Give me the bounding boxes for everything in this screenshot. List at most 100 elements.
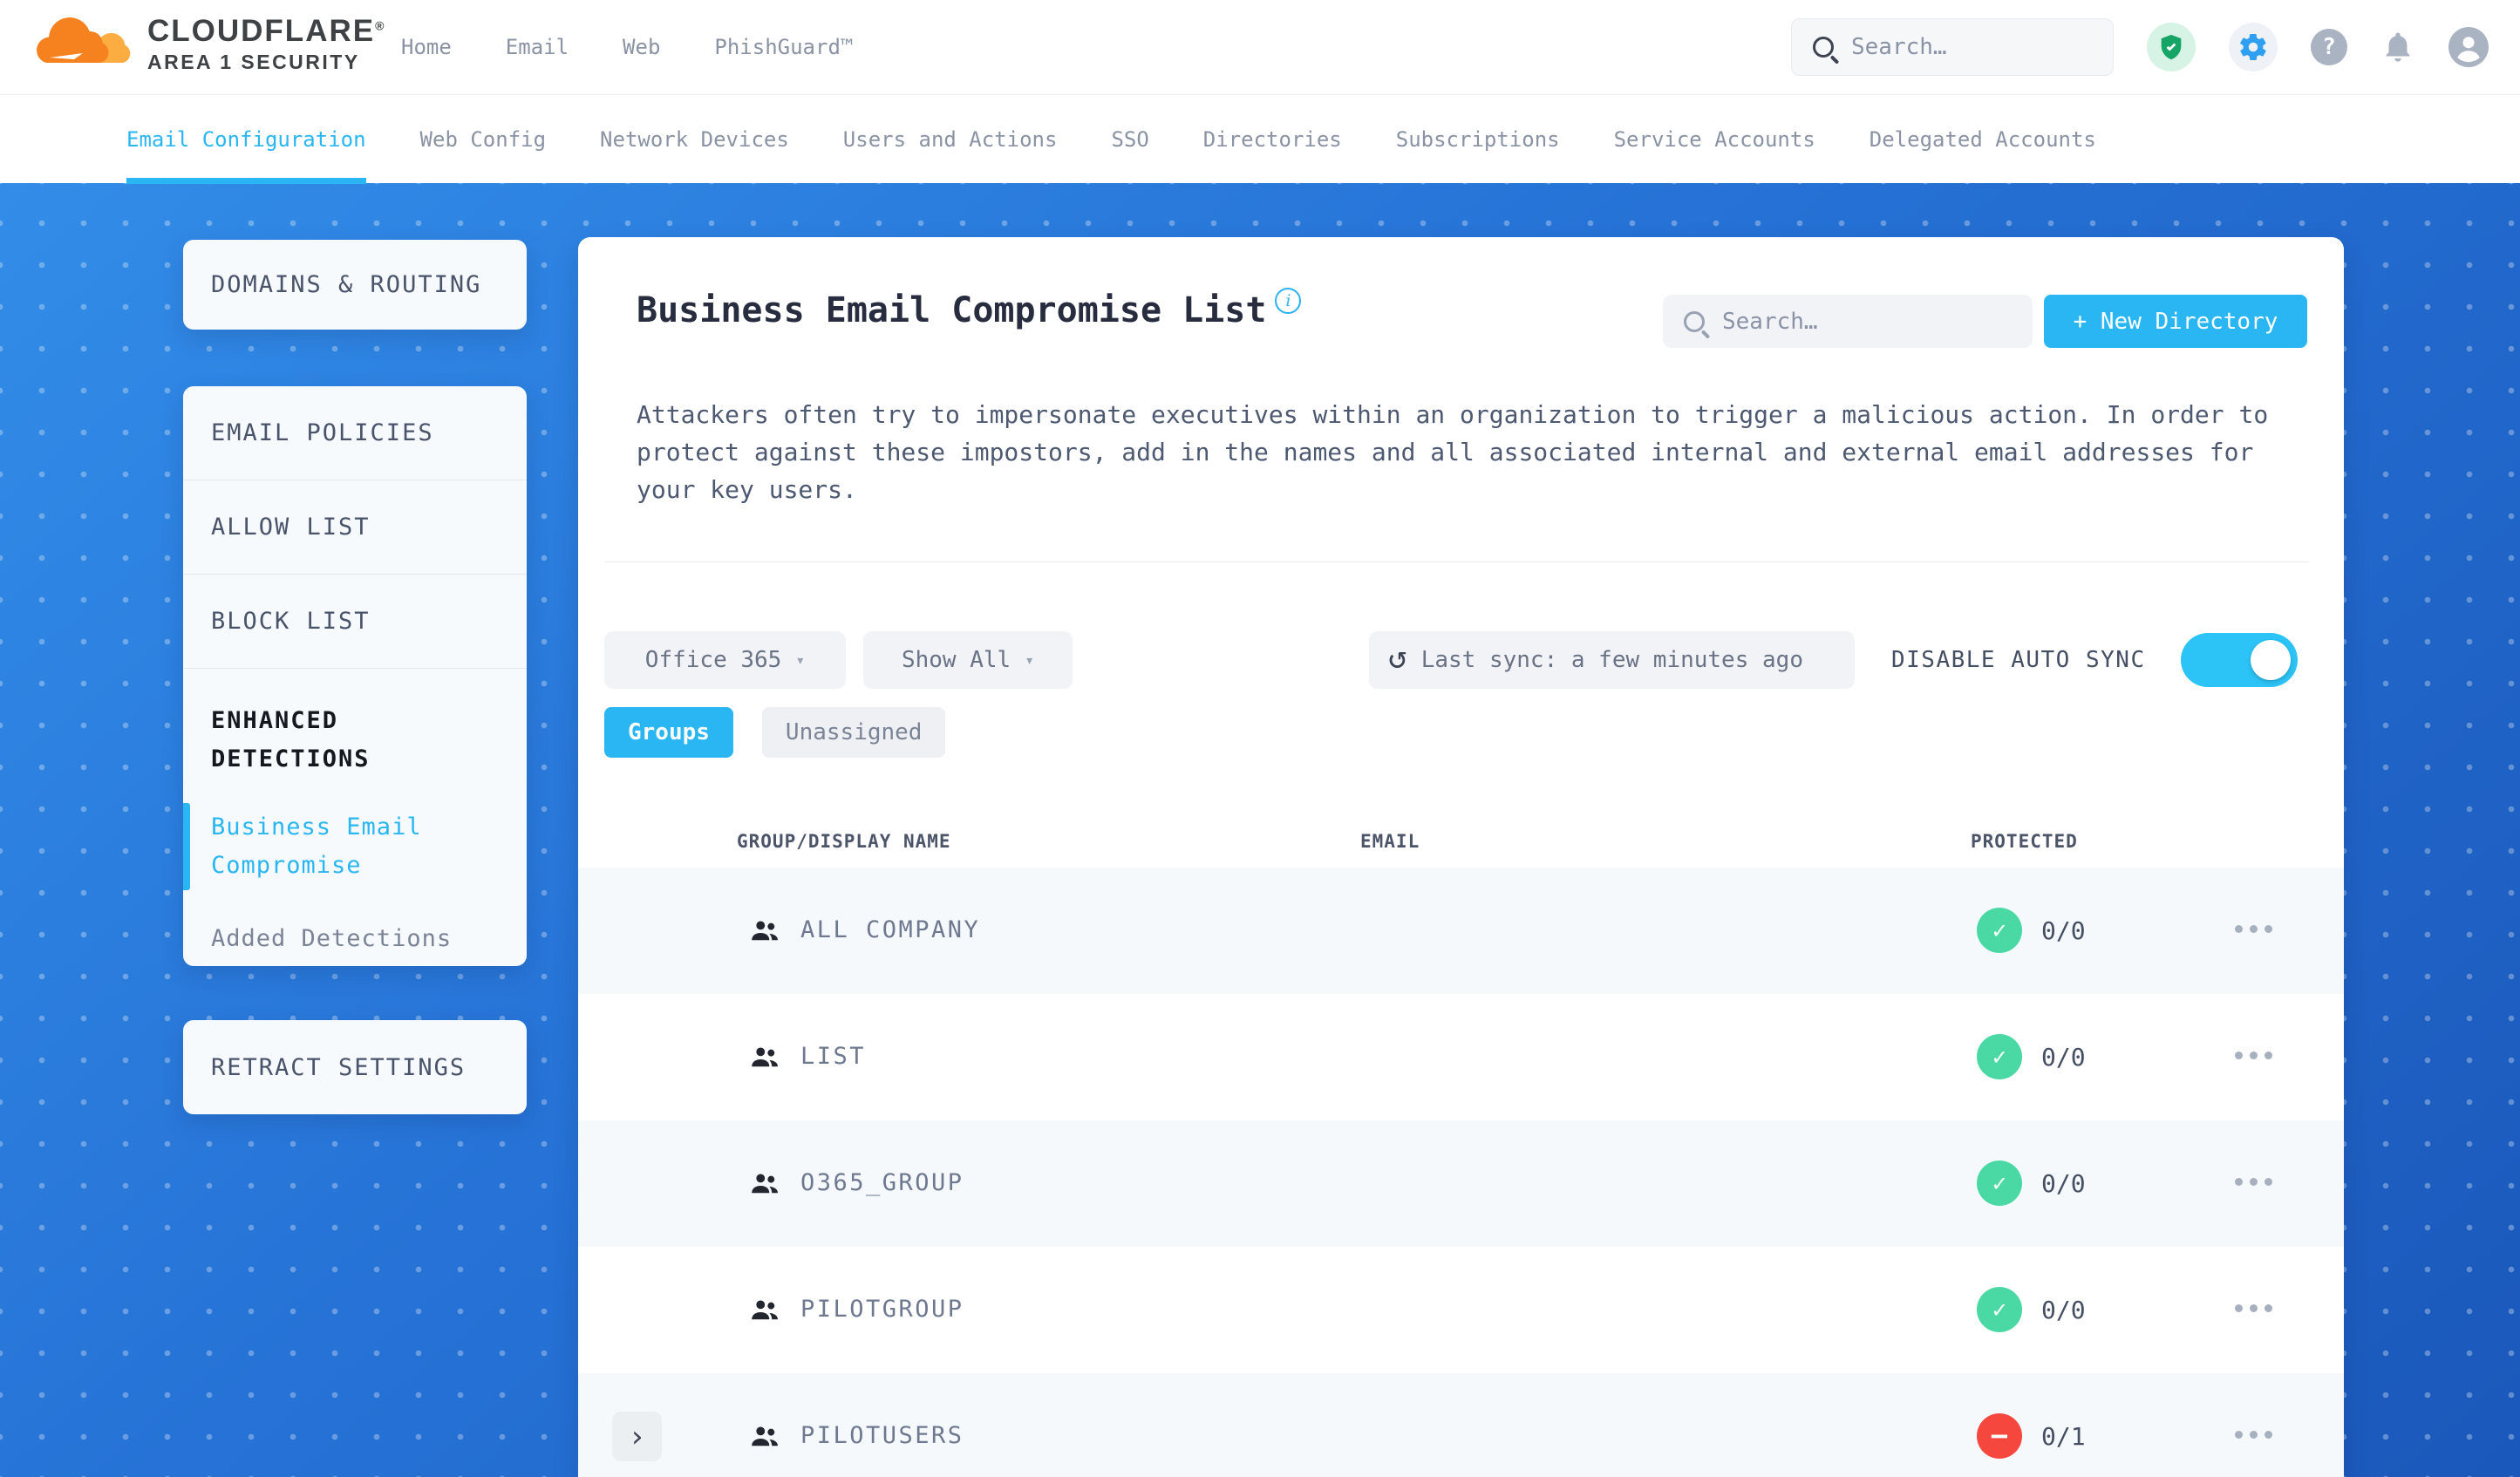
notifications-bell-icon[interactable] bbox=[2380, 28, 2415, 66]
group-name: LIST bbox=[800, 1043, 867, 1070]
tab-sso[interactable]: SSO bbox=[1111, 95, 1148, 184]
nav-web[interactable]: Web bbox=[623, 35, 660, 59]
row-actions-menu[interactable] bbox=[2235, 1178, 2272, 1186]
tab-unassigned[interactable]: Unassigned bbox=[761, 707, 946, 758]
account-avatar[interactable] bbox=[2448, 27, 2489, 67]
cloudflare-logo[interactable]: CLOUDFLARE® AREA 1 SECURITY bbox=[32, 9, 385, 78]
group-icon bbox=[752, 921, 778, 941]
tab-email-configuration[interactable]: Email Configuration bbox=[126, 95, 366, 184]
global-search-input[interactable]: Search… bbox=[1791, 18, 2114, 76]
sync-refresh-icon: ↺ bbox=[1388, 640, 1407, 676]
toggle-knob bbox=[2251, 640, 2291, 680]
group-name: ALL COMPANY bbox=[800, 916, 981, 943]
search-icon bbox=[1813, 37, 1834, 58]
tab-service-accounts[interactable]: Service Accounts bbox=[1614, 95, 1815, 184]
protected-count: 0/0 bbox=[2041, 916, 2086, 945]
show-filter-dropdown[interactable]: Show All ▾ bbox=[863, 631, 1073, 689]
table-row[interactable]: › O365_GROUP 0/0 bbox=[578, 1120, 2344, 1247]
auto-sync-toggle[interactable] bbox=[2181, 633, 2298, 687]
chevron-down-icon: ▾ bbox=[795, 650, 806, 670]
last-sync-status[interactable]: ↺ Last sync: a few minutes ago bbox=[1369, 631, 1855, 689]
sidebar-policies-card: EMAIL POLICIES ALLOW LIST BLOCK LIST ENH… bbox=[183, 386, 527, 966]
info-icon[interactable]: i bbox=[1275, 288, 1302, 314]
sidebar-section-enhanced-detections: ENHANCED DETECTIONS bbox=[211, 707, 371, 773]
tab-subscriptions[interactable]: Subscriptions bbox=[1396, 95, 1560, 184]
sidebar-item-domains-routing[interactable]: DOMAINS & ROUTING bbox=[183, 240, 527, 330]
sidebar-item-allow-list[interactable]: ALLOW LIST bbox=[183, 480, 527, 575]
sidebar-item-email-policies[interactable]: EMAIL POLICIES bbox=[183, 386, 527, 480]
top-header: CLOUDFLARE® AREA 1 SECURITY Home Email W… bbox=[0, 0, 2520, 94]
protected-count: 0/0 bbox=[2041, 1043, 2086, 1072]
nav-phishguard[interactable]: PhishGuard™ bbox=[714, 35, 853, 59]
protected-status-icon bbox=[1977, 1287, 2022, 1332]
column-group-display-name: GROUP/DISPLAY NAME bbox=[737, 831, 951, 852]
group-icon bbox=[752, 1174, 778, 1194]
group-table: › ALL COMPANY 0/0 › LIST 0/0 › O3 bbox=[578, 868, 2344, 1477]
group-icon bbox=[752, 1426, 778, 1446]
table-row[interactable]: › LIST 0/0 bbox=[578, 994, 2344, 1120]
help-button[interactable]: ? bbox=[2311, 29, 2347, 65]
row-actions-menu[interactable] bbox=[2235, 1431, 2272, 1439]
column-email: EMAIL bbox=[1360, 831, 1420, 852]
column-protected: PROTECTED bbox=[1971, 831, 2078, 852]
tab-groups[interactable]: Groups bbox=[604, 707, 733, 758]
bec-list-panel: Business Email Compromise List i Search… … bbox=[578, 237, 2344, 1477]
bec-search-input[interactable]: Search… bbox=[1663, 295, 2033, 348]
row-actions-menu[interactable] bbox=[2235, 925, 2272, 933]
row-actions-menu[interactable] bbox=[2235, 1052, 2272, 1059]
protected-count: 0/0 bbox=[2041, 1169, 2086, 1198]
active-indicator-bar bbox=[183, 803, 190, 890]
protected-count: 0/0 bbox=[2041, 1296, 2086, 1324]
tab-network-devices[interactable]: Network Devices bbox=[600, 95, 789, 184]
settings-button[interactable] bbox=[2229, 23, 2278, 71]
primary-nav: Home Email Web PhishGuard™ bbox=[401, 0, 853, 94]
cloudflare-cloud-icon bbox=[37, 17, 131, 63]
page-description: Attackers often try to impersonate execu… bbox=[637, 400, 2269, 504]
sidebar-item-label: Added Detections bbox=[211, 925, 453, 952]
sidebar-item-label: Business Email Compromise bbox=[211, 813, 422, 879]
table-row[interactable]: › PILOTUSERS 0/1 bbox=[578, 1373, 2344, 1477]
tab-web-config[interactable]: Web Config bbox=[420, 95, 547, 184]
secondary-nav: Email Configuration Web Config Network D… bbox=[0, 94, 2520, 184]
protected-status-icon bbox=[1977, 1160, 2022, 1206]
chevron-down-icon: ▾ bbox=[1025, 650, 1035, 670]
search-icon bbox=[1684, 310, 1705, 332]
tab-delegated-accounts[interactable]: Delegated Accounts bbox=[1870, 95, 2096, 184]
table-row[interactable]: › PILOTGROUP 0/0 bbox=[578, 1247, 2344, 1373]
protected-status-icon bbox=[1977, 908, 2022, 953]
sidebar-item-added-detections[interactable]: Added Detections bbox=[183, 915, 527, 963]
expand-row-button[interactable]: › bbox=[612, 1412, 662, 1461]
shield-check-icon bbox=[2161, 34, 2182, 60]
registered-mark: ® bbox=[375, 17, 386, 32]
sidebar-item-block-list[interactable]: BLOCK LIST bbox=[183, 575, 527, 669]
tab-directories[interactable]: Directories bbox=[1203, 95, 1342, 184]
row-actions-menu[interactable] bbox=[2235, 1304, 2272, 1312]
group-icon bbox=[752, 1300, 778, 1320]
nav-email[interactable]: Email bbox=[506, 35, 569, 59]
protected-status-icon bbox=[1977, 1034, 2022, 1079]
brand-text: CLOUDFLARE® AREA 1 SECURITY bbox=[147, 14, 385, 74]
table-header: GROUP/DISPLAY NAME EMAIL PROTECTED bbox=[578, 817, 2344, 868]
gear-icon bbox=[2240, 34, 2266, 60]
protected-count: 0/1 bbox=[2041, 1422, 2086, 1451]
global-search-placeholder: Search… bbox=[1851, 34, 1947, 60]
directory-filter-value: Office 365 bbox=[644, 647, 782, 673]
brand-subtitle: AREA 1 SECURITY bbox=[147, 50, 360, 73]
nav-home[interactable]: Home bbox=[401, 35, 452, 59]
last-sync-text: Last sync: a few minutes ago bbox=[1420, 647, 1803, 673]
view-tabs: Groups Unassigned bbox=[604, 707, 946, 758]
new-directory-button[interactable]: + New Directory bbox=[2044, 295, 2307, 348]
directory-filter-dropdown[interactable]: Office 365 ▾ bbox=[604, 631, 846, 689]
protected-status-icon bbox=[1977, 1413, 2022, 1459]
disable-auto-sync-label: DISABLE AUTO SYNC bbox=[1891, 647, 2146, 673]
page-background: CLOUDFLARE® AREA 1 SECURITY Home Email W… bbox=[0, 0, 2520, 1477]
table-row[interactable]: › ALL COMPANY 0/0 bbox=[578, 868, 2344, 994]
page-title-text: Business Email Compromise List bbox=[637, 290, 1267, 330]
sidebar-item-retract-settings[interactable]: RETRACT SETTINGS bbox=[183, 1020, 527, 1114]
page-title: Business Email Compromise List i bbox=[637, 288, 1302, 330]
sidebar-item-business-email-compromise[interactable]: Business Email Compromise bbox=[183, 803, 527, 890]
security-status-button[interactable] bbox=[2147, 23, 2196, 71]
tab-users-and-actions[interactable]: Users and Actions bbox=[843, 95, 1058, 184]
show-filter-value: Show All bbox=[901, 647, 1011, 673]
group-icon bbox=[752, 1047, 778, 1067]
